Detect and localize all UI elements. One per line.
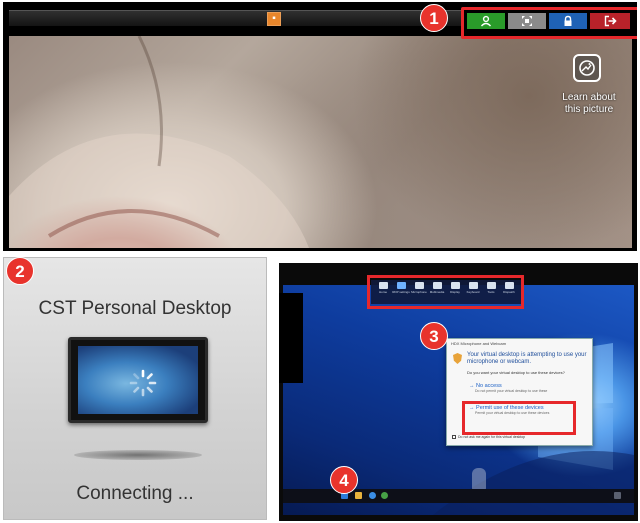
dialog-heading: Your virtual desktop is attempting to us…: [467, 352, 587, 365]
photo-texture: [9, 36, 309, 248]
app-icon[interactable]: ▪: [267, 12, 281, 26]
connection-status: Connecting ...: [76, 483, 194, 504]
toolbar-highlight-box: [367, 275, 524, 309]
step-marker-1: 1: [420, 4, 448, 32]
file-explorer-icon[interactable]: [355, 492, 362, 499]
learn-about-picture-link[interactable]: Learn about this picture: [551, 92, 627, 116]
step-marker-4: 4: [330, 466, 358, 494]
shield-icon: [453, 353, 462, 364]
remote-session-panel: ▪ Learn about this picture: [3, 2, 637, 251]
no-access-option[interactable]: → No access Do not permit your virtual d…: [469, 383, 587, 393]
dialog-title: HDX Microphone and Webcam: [451, 341, 507, 346]
step-marker-2: 2: [6, 257, 34, 285]
no-access-sublabel: Do not permit your virtual desktop to us…: [475, 389, 548, 393]
monitor-screen: [78, 346, 198, 414]
monitor-icon: [68, 337, 208, 423]
dont-ask-checkbox-row[interactable]: Do not ask me again for this virtual des…: [452, 435, 525, 439]
desktop-title: CST Personal Desktop: [38, 298, 232, 319]
permit-highlight-box: [462, 401, 576, 435]
tray-icon[interactable]: [614, 492, 621, 499]
black-sidebar: [279, 293, 303, 383]
chrome-icon[interactable]: [381, 492, 388, 499]
learn-picture-icon[interactable]: [573, 54, 601, 82]
camera-icon: [579, 60, 595, 76]
lock-screen-photo: [9, 36, 632, 248]
browser-icon[interactable]: [369, 492, 376, 499]
step-marker-3: 3: [420, 322, 448, 350]
session-title-bar: [9, 10, 462, 26]
dialog-question: Do you want your virtual desktop to use …: [467, 370, 565, 375]
learn-text-line1: Learn about: [562, 92, 616, 103]
toolbar-highlight-box: [461, 7, 637, 39]
monitor-shadow: [74, 450, 202, 460]
loading-spinner-icon: [129, 369, 157, 397]
learn-text-line2: this picture: [564, 104, 614, 115]
connecting-panel: CST Personal Desktop Connecting ...: [3, 257, 267, 520]
dont-ask-label: Do not ask me again for this virtual des…: [458, 435, 526, 439]
desktop-user-icon: [472, 468, 486, 490]
dont-ask-checkbox[interactable]: [452, 435, 456, 439]
